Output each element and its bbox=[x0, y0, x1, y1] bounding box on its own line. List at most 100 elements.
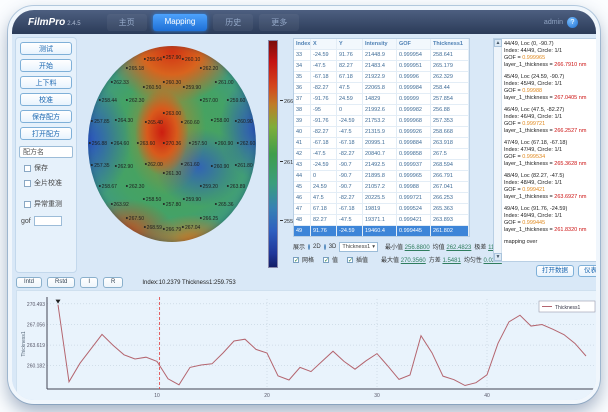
chart-i-button[interactable]: I bbox=[80, 277, 98, 288]
table-cell: -90.7 bbox=[337, 182, 363, 192]
table-row[interactable]: 37-91.7624.59148290.99999257.854 bbox=[294, 94, 469, 105]
table-row[interactable]: 41-67.18-67.1820995.10.999884263.918 bbox=[294, 138, 469, 149]
radio-3d[interactable] bbox=[324, 244, 326, 250]
open-recipe-button[interactable]: 打开配方 bbox=[20, 127, 72, 140]
table-cell: 265.363 bbox=[431, 204, 469, 214]
table-row[interactable]: 34-47.582.2721483.40.999951265.179 bbox=[294, 61, 469, 72]
tab-history[interactable]: 历史 bbox=[213, 14, 253, 31]
app-logo: FilmPro2.4.5 bbox=[28, 17, 81, 28]
load-unload-button[interactable]: 上下料 bbox=[20, 76, 72, 89]
scroll-down-icon[interactable]: ▼ bbox=[494, 253, 502, 261]
table-row[interactable]: 36-82.2747.522065.80.999984258.44 bbox=[294, 83, 469, 94]
table-cell: 24.59 bbox=[337, 94, 363, 104]
main-tabs: 主页 Mapping 历史 更多 bbox=[107, 14, 300, 31]
tab-more[interactable]: 更多 bbox=[259, 14, 299, 31]
table-cell: 21448.9 bbox=[363, 50, 397, 60]
log-scrollbar[interactable]: ▲ ▼ bbox=[494, 39, 502, 261]
full-wafer-cal-checkbox[interactable] bbox=[24, 180, 31, 187]
radio-2d[interactable] bbox=[308, 244, 310, 250]
recipe-name-input[interactable]: 配方名 bbox=[19, 146, 73, 158]
table-cell: 0.99999 bbox=[397, 94, 431, 104]
table-cell: 257.854 bbox=[431, 94, 469, 104]
table-row[interactable]: 42-47.5-82.2720840.70.999858267.5 bbox=[294, 149, 469, 160]
stat-min: 最小值 256.8800 bbox=[385, 242, 430, 251]
log-loc: 47/49, Loc (67.18, -67.18) bbox=[504, 140, 599, 147]
app-version: 2.4.5 bbox=[67, 21, 80, 27]
save-recipe-button[interactable]: 保存配方 bbox=[20, 110, 72, 123]
show-label: 展示 bbox=[293, 242, 305, 251]
table-cell: 21315.9 bbox=[363, 127, 397, 137]
table-cell: 0.999951 bbox=[397, 61, 431, 71]
wafer-point-label: 261.00 bbox=[215, 80, 233, 86]
table-cell: 265.179 bbox=[431, 61, 469, 71]
stat-variance: 方差 1.5481 bbox=[429, 255, 461, 264]
table-cell: 258.668 bbox=[431, 127, 469, 137]
table-cell: 267.5 bbox=[431, 149, 469, 159]
interp-checkbox[interactable]: ✓ bbox=[347, 257, 353, 263]
tab-mapping[interactable]: Mapping bbox=[153, 14, 208, 31]
wafer-point-labels: 270.36257.50260.60263.00265.40263.60262.… bbox=[88, 46, 256, 242]
chart-crosshair-readout: Index:10.2379 Thickness1:259.753 bbox=[142, 280, 235, 286]
table-row[interactable]: 38-95021992.60.999982256.88 bbox=[294, 105, 469, 116]
retest-checkbox-row[interactable]: 异常重测 bbox=[24, 199, 76, 209]
user-area: admin ? bbox=[544, 17, 578, 28]
table-cell: -91.76 bbox=[311, 94, 337, 104]
table-cell: Thickness1 bbox=[431, 39, 469, 49]
grid-checkbox[interactable]: ✓ bbox=[293, 257, 299, 263]
calibrate-button[interactable]: 校准 bbox=[20, 93, 72, 106]
full-wafer-cal-checkbox-row[interactable]: 全片校准 bbox=[24, 178, 76, 188]
test-button[interactable]: 测试 bbox=[20, 42, 72, 55]
wafer-point-label: 262.20 bbox=[200, 66, 218, 72]
user-name: admin bbox=[544, 19, 563, 26]
wafer-point-label: 259.90 bbox=[183, 85, 201, 91]
table-row[interactable]: 43-24.59-90.721492.50.999937268.594 bbox=[294, 160, 469, 171]
table-row[interactable]: 35-67.1867.1821922.90.99996262.329 bbox=[294, 72, 469, 83]
table-row[interactable]: 40-82.27-47.521315.90.999926258.668 bbox=[294, 127, 469, 138]
values-checkbox[interactable]: ✓ bbox=[323, 257, 329, 263]
chart-r-button[interactable]: R bbox=[103, 277, 123, 288]
table-cell: 41 bbox=[294, 138, 311, 148]
table-row[interactable]: 4647.5-82.2720225.50.999721266.253 bbox=[294, 193, 469, 204]
table-cell: 0.999954 bbox=[397, 50, 431, 60]
chart-rstd-button[interactable]: Rstd bbox=[47, 277, 75, 288]
svg-text:263.619: 263.619 bbox=[27, 343, 45, 349]
wafer-point-label: 260.30 bbox=[163, 80, 181, 86]
wafer-point-label: 268.59 bbox=[144, 225, 162, 231]
table-header-row[interactable]: IndexXYIntensityGOFThickness1 bbox=[294, 39, 469, 50]
user-avatar-icon[interactable]: ? bbox=[567, 17, 578, 28]
interp-checkbox-label: 插值 bbox=[356, 255, 368, 264]
table-row[interactable]: 4524.59-90.721057.20.99988267.041 bbox=[294, 182, 469, 193]
wafer-point-label: 257.80 bbox=[163, 202, 181, 208]
save-checkbox-row[interactable]: 保存 bbox=[24, 163, 76, 173]
table-row[interactable]: 4991.76-24.5919460.40.999445261.802 bbox=[294, 226, 469, 237]
wafer-point-label: 260.90 bbox=[215, 141, 233, 147]
table-row[interactable]: 4767.18-67.18198190.999524265.363 bbox=[294, 204, 469, 215]
wafer-point-label: 258.67 bbox=[99, 184, 117, 190]
wafer-point-label: 263.00 bbox=[163, 111, 181, 117]
table-row[interactable]: 33-24.5991.7621448.90.999954258.641 bbox=[294, 50, 469, 61]
values-checkbox-label: 值 bbox=[332, 255, 338, 264]
save-checkbox[interactable] bbox=[24, 165, 31, 172]
wafer-point-label: 263.92 bbox=[110, 202, 128, 208]
scroll-up-icon[interactable]: ▲ bbox=[494, 39, 502, 47]
table-cell: 258.641 bbox=[431, 50, 469, 60]
wafer-point-label: 260.10 bbox=[182, 57, 200, 63]
tab-home[interactable]: 主页 bbox=[107, 14, 147, 31]
table-cell: 266.253 bbox=[431, 193, 469, 203]
retest-checkbox[interactable] bbox=[24, 201, 31, 208]
table-row[interactable]: 4882.27-47.519371.10.999421263.893 bbox=[294, 215, 469, 226]
svg-text:Thickness1: Thickness1 bbox=[21, 331, 27, 357]
table-cell: 20840.7 bbox=[363, 149, 397, 159]
table-cell: -24.59 bbox=[337, 226, 363, 236]
table-row[interactable]: 39-91.76-24.5921753.20.999968257.353 bbox=[294, 116, 469, 127]
gof-input[interactable] bbox=[34, 216, 62, 226]
chart-svg: 260.182263.619267.056270.49310203040Thic… bbox=[17, 291, 600, 404]
table-cell: 257.353 bbox=[431, 116, 469, 126]
chart-intd-button[interactable]: Intd bbox=[16, 277, 42, 288]
table-row[interactable]: 440-90.721895.80.999965266.791 bbox=[294, 171, 469, 182]
start-button[interactable]: 开始 bbox=[20, 59, 72, 72]
wafer-point-label: 260.90 bbox=[234, 119, 252, 125]
metric-dropdown[interactable]: Thickness1 ▾ bbox=[339, 242, 378, 252]
thickness-line-chart[interactable]: 260.182263.619267.056270.49310203040Thic… bbox=[16, 290, 600, 404]
wafer-point-label: 257.50 bbox=[189, 141, 207, 147]
